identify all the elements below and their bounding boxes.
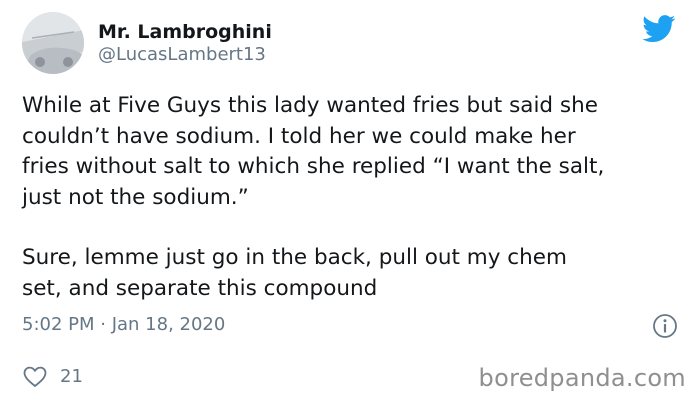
- tweet-line: just not the sodium.”: [22, 184, 249, 210]
- twitter-bird-icon[interactable]: [642, 15, 676, 43]
- user-handle[interactable]: @LucasLambert13: [98, 44, 266, 65]
- watermark: boredpanda.com: [478, 364, 686, 392]
- tweet-timestamp[interactable]: 5:02 PM · Jan 18, 2020: [22, 314, 225, 335]
- heart-icon[interactable]: [23, 366, 47, 388]
- tweet-text: While at Five Guys this lady wanted frie…: [22, 91, 682, 305]
- tweet-line: set, and separate this compound: [22, 275, 378, 301]
- display-name[interactable]: Mr. Lambroghini: [98, 21, 272, 43]
- like-count: 21: [60, 366, 83, 387]
- tweet-line: While at Five Guys this lady wanted frie…: [22, 93, 598, 118]
- avatar-image: [22, 12, 84, 74]
- tweet-line: couldn’t have sodium. I told her we coul…: [22, 123, 576, 149]
- info-icon[interactable]: [652, 313, 678, 339]
- tweet-line: Sure, lemme just go in the back, pull ou…: [22, 245, 567, 271]
- tweet-line: fries without salt to which she replied …: [22, 154, 605, 180]
- avatar[interactable]: [22, 12, 84, 74]
